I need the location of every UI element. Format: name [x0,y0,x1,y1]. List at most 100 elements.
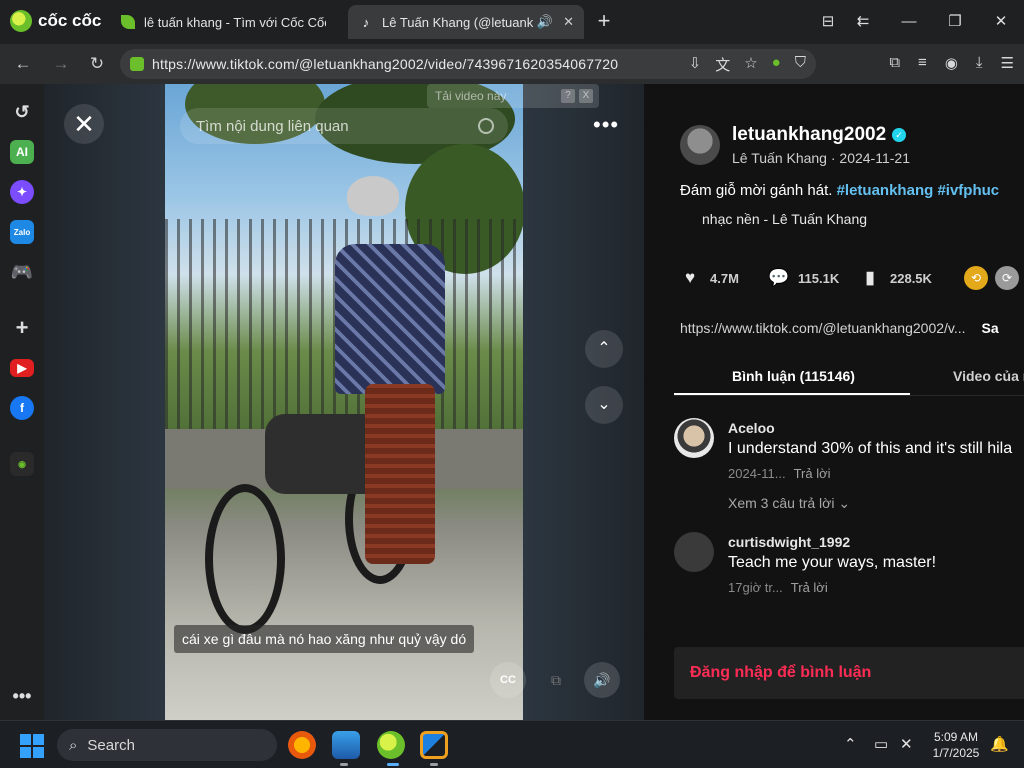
save-button[interactable]: ▮ 228.5K [860,268,932,288]
downloads-icon[interactable]: ⤓ [976,54,983,72]
author-username[interactable]: letuankhang2002 [732,124,886,146]
hashtag-link[interactable]: #letuankhang [837,182,934,199]
clock-time: 5:09 AM [933,730,979,744]
login-to-comment-button[interactable]: Đăng nhập để bình luận [674,647,1024,699]
comment-username[interactable]: Aceloo [728,420,775,436]
video-link-row: https://www.tiktok.com/@letuankhang2002/… [680,313,1020,343]
reload-icon[interactable]: ↻ [84,52,110,76]
running-app-indicator [430,763,438,766]
shield-icon[interactable]: ⛉ [795,54,806,75]
comment-username[interactable]: curtisdwight_1992 [728,534,850,550]
music-link[interactable]: nhạc nền - Lê Tuấn Khang [702,211,867,227]
youtube-icon[interactable]: ▶ [10,359,34,377]
profile-icon[interactable]: ◉ [945,54,958,72]
next-video-button[interactable]: ⌄ [585,386,623,424]
search-icon: ⌕ [69,736,78,754]
coccoc-2024-icon[interactable]: ◉ [10,452,34,476]
coccoc-taskbar-icon[interactable] [377,731,405,759]
hashtag-link[interactable]: #ivfphuc [937,182,999,199]
tab-comments[interactable]: Bình luận (115146) [732,368,855,384]
comment-avatar[interactable] [674,532,714,572]
like-button[interactable]: ♥ 4.7M [680,268,739,288]
view-replies-button[interactable]: Xem 3 câu trả lời ⌄ [728,495,850,512]
related-search-placeholder: Tìm nội dung liên quan [196,117,349,135]
video-caption: cái xe gì đâu mà nó hao xăng như quỷ vậy… [174,625,475,653]
download-video-overlay[interactable]: Tải video này ? X [427,84,599,108]
repost-icon[interactable]: ⟲ [964,266,988,290]
reply-button[interactable]: Trả lời [794,466,831,481]
tab-title: lê tuấn khang - Tìm với Cốc Cốc [144,14,326,30]
tab-search-icon[interactable]: ⊟ [813,10,843,34]
site-info-icon[interactable] [130,57,144,71]
translate-icon[interactable]: 文 [715,54,730,75]
close-video-button[interactable]: ✕ [64,104,104,144]
network-icon[interactable]: ▭ [874,735,888,753]
url-text: https://www.tiktok.com/@letuankhang2002/… [152,56,619,72]
firefox-icon[interactable] [288,731,316,759]
floating-player-icon[interactable]: ⧉ [538,662,574,698]
tab-list-icon[interactable]: ⇇ [848,10,878,34]
taskbar-search[interactable]: ⌕ Search [57,729,277,761]
windows-start-icon[interactable] [20,734,44,758]
dark-mode-icon[interactable]: ● [772,54,781,75]
search-icon[interactable] [478,118,494,134]
author-avatar[interactable] [680,125,720,165]
history-icon[interactable]: ↺ [10,100,34,124]
tab-search-result[interactable]: lê tuấn khang - Tìm với Cốc Cốc [110,5,336,39]
comment-date: 17giờ tr... [728,580,783,595]
coccoc-brand[interactable]: cốc cốc [10,10,101,32]
more-options-icon[interactable]: ••• [593,112,619,138]
messenger-icon[interactable]: ✦ [10,180,34,204]
game-icon[interactable]: 🎮 [10,260,34,284]
notifications-bell-icon[interactable]: 🔔 [990,735,1009,753]
extensions-icon[interactable]: ⧉ [889,54,900,72]
tab-close-icon[interactable]: ✕ [563,14,574,30]
new-tab-button[interactable]: + [592,10,616,34]
captions-button[interactable]: CC [490,662,526,698]
add-sidebar-icon[interactable]: + [10,315,34,340]
comment-avatar[interactable] [674,418,714,458]
virtualbox-icon[interactable] [420,731,448,759]
close-window-button[interactable]: ✕ [986,10,1016,34]
active-tab-indicator [674,393,910,395]
tab-audio-icon[interactable]: 🔊 [537,14,553,30]
tab-tiktok-video[interactable]: ♪ Lê Tuấn Khang (@letuank 🔊 ✕ [348,5,584,39]
browser-tab-bar: cốc cốc lê tuấn khang - Tìm với Cốc Cốc … [0,0,1024,44]
sidebar-more-icon[interactable]: ••• [10,684,34,708]
reply-button[interactable]: Trả lời [791,580,828,595]
bookmark-star-icon[interactable]: ☆ [744,54,757,75]
share-icon[interactable]: ⟳ [995,266,1019,290]
volume-muted-icon[interactable]: ✕ [900,735,913,753]
copy-link-button[interactable]: Sa [982,320,999,336]
back-icon[interactable]: ← [10,52,36,76]
clock-date: 1/7/2025 [932,746,980,760]
video-link-text[interactable]: https://www.tiktok.com/@letuankhang2002/… [680,320,966,336]
url-field[interactable]: https://www.tiktok.com/@letuankhang2002/… [120,49,816,79]
comment-text: I understand 30% of this and it's still … [728,440,1013,457]
zalo-icon[interactable]: Zalo [10,220,34,244]
taskbar-search-label: Search [87,736,135,754]
photos-app-icon[interactable] [332,731,360,759]
bookmark-icon: ▮ [865,268,875,287]
maximize-button[interactable]: ❐ [940,10,970,34]
tray-chevron-icon[interactable]: ⌃ [844,735,857,753]
reading-list-icon[interactable]: ≡ [918,54,927,72]
install-icon[interactable]: ⇩ [689,54,702,75]
verified-badge-icon: ✓ [892,128,906,142]
tab-creator-videos[interactable]: Video của n [953,368,1024,384]
overlay-help-icon[interactable]: ? [561,89,575,103]
system-clock[interactable]: 5:09 AM 1/7/2025 [926,729,986,761]
tiktok-icon: ♪ [362,14,370,30]
volume-icon[interactable]: 🔊 [584,662,620,698]
related-search-field[interactable]: Tìm nội dung liên quan [180,108,508,144]
forward-icon[interactable]: → [48,52,74,76]
facebook-icon[interactable]: f [10,396,34,420]
overlay-close-icon[interactable]: X [579,89,593,103]
ai-icon[interactable]: AI [10,140,34,164]
minimize-button[interactable]: — [894,10,924,34]
previous-video-button[interactable]: ⌃ [585,330,623,368]
menu-icon[interactable]: ☰ [1001,54,1014,72]
comment-button[interactable]: 💬 115.1K [768,268,839,288]
person-helmet [347,176,399,216]
like-count: 4.7M [710,270,739,286]
